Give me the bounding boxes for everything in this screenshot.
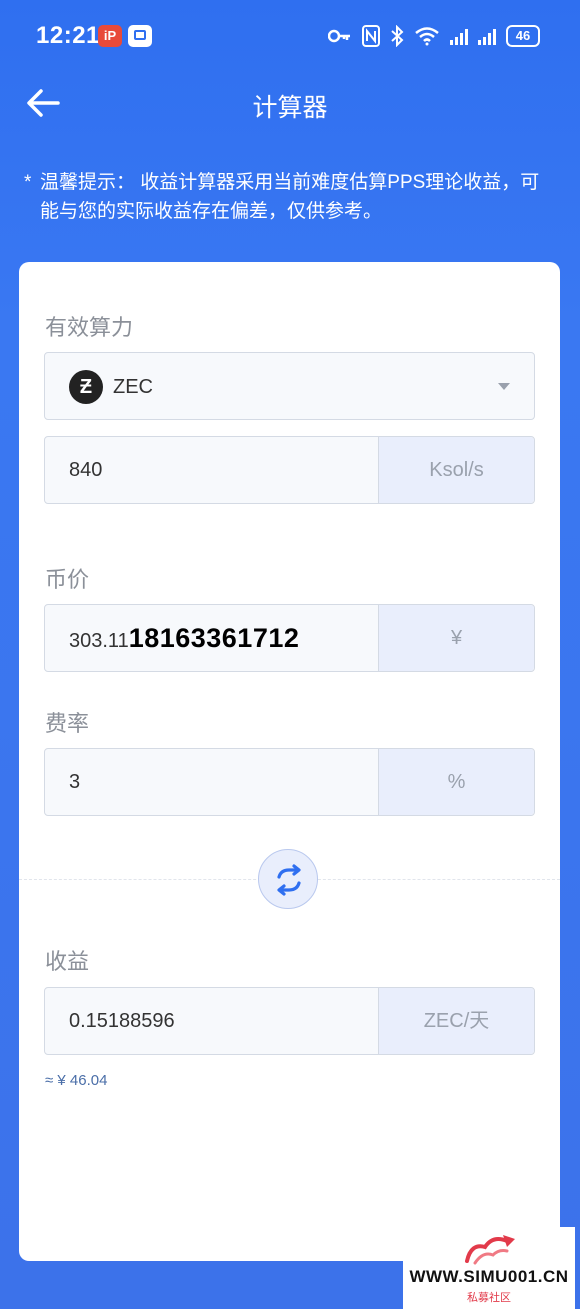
swap-icon	[277, 864, 301, 896]
wifi-icon	[415, 27, 439, 46]
hashrate-input-group: 840 Ksol/s	[44, 436, 535, 504]
watermark-subtitle: 私募社区	[467, 1292, 511, 1304]
hashrate-unit: Ksol/s	[378, 437, 534, 503]
coin-select[interactable]: Ƶ ZEC	[44, 352, 535, 420]
tip-notice: * 温馨提示： 收益计算器采用当前难度估算PPS理论收益，可能与您的实际收益存在…	[24, 168, 554, 226]
income-approx-cny: ≈ ¥ 46.04	[45, 1072, 108, 1089]
price-input-group: 303.1118163361712 ¥	[44, 604, 535, 672]
price-unit: ¥	[378, 605, 534, 671]
calculator-card: 有效算力 Ƶ ZEC 840 Ksol/s 币价 303.11181633617…	[19, 262, 560, 1261]
fee-input[interactable]: 3	[69, 749, 80, 815]
bluetooth-icon	[391, 25, 404, 47]
battery-icon: 46	[506, 25, 540, 47]
fee-input-group: 3 %	[44, 748, 535, 816]
fee-unit: %	[378, 749, 534, 815]
tip-text: 温馨提示： 收益计算器采用当前难度估算PPS理论收益，可能与您的实际收益存在偏差…	[40, 172, 540, 222]
watermark-site: WWW.SIMU001.CN	[409, 1267, 569, 1286]
fee-label: 费率	[45, 711, 90, 736]
zec-coin-icon: Ƶ	[69, 370, 103, 404]
page-title: 计算器	[252, 94, 328, 122]
income-output-group: 0.15188596 ZEC/天	[44, 987, 535, 1055]
hashrate-input[interactable]: 840	[69, 437, 102, 503]
swap-button[interactable]	[258, 849, 318, 909]
income-value: 0.15188596	[69, 1010, 175, 1032]
chevron-down-icon	[498, 383, 510, 390]
income-unit: ZEC/天	[378, 988, 534, 1054]
nfc-icon	[362, 25, 380, 47]
notification-app-icon: iP	[98, 25, 122, 47]
watermark: WWW.SIMU001.CN 私募社区	[403, 1227, 575, 1309]
signal-icon-2	[478, 27, 496, 45]
price-overlay-digits: 18163361712	[128, 623, 300, 653]
signal-icon	[450, 27, 468, 45]
notification-app-icon-2	[128, 25, 152, 47]
hashrate-label: 有效算力	[45, 315, 134, 340]
status-time: 12:21	[36, 22, 100, 49]
status-bar: 12:21 iP 46	[0, 0, 580, 72]
price-label: 币价	[45, 567, 90, 592]
tip-star: *	[24, 172, 32, 193]
income-label: 收益	[45, 949, 90, 974]
price-input[interactable]: 303.1118163361712	[69, 605, 299, 674]
price-value: 303.11	[69, 630, 129, 652]
coin-select-value: ZEC	[113, 376, 153, 398]
watermark-logo-icon	[465, 1235, 515, 1265]
key-icon	[328, 29, 350, 43]
status-icons: 46	[328, 22, 540, 50]
